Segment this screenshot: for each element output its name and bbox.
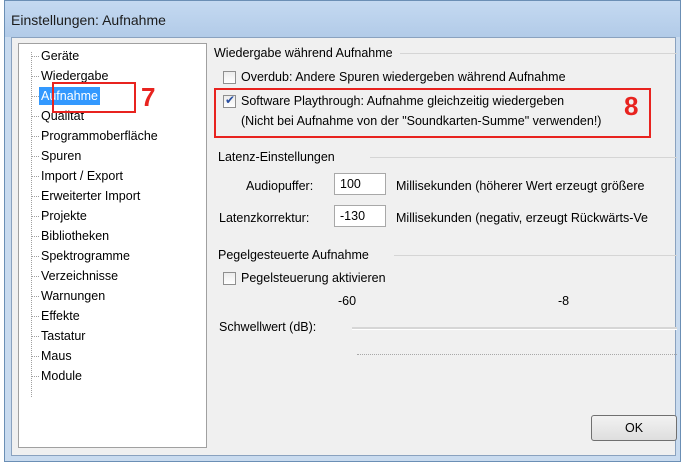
settings-window: Einstellungen: Aufnahme Geräte Wiedergab… [4,0,681,462]
tree-item-spektrogramme[interactable]: Spektrogramme [41,247,130,265]
latency-section-title: Latenz-Einstellungen [218,150,335,164]
highlight-box-7 [52,82,136,113]
tree-item-tastatur[interactable]: Tastatur [41,327,85,345]
tree-item-bibliotheken[interactable]: Bibliotheken [41,227,109,245]
playthrough-note: (Nicht bei Aufnahme von der "Soundkarten… [241,114,602,128]
ok-button[interactable]: OK [591,415,677,441]
latency-correction-hint: Millisekunden (negativ, erzeugt Rückwärt… [396,211,648,225]
overdub-label: Overdub: Andere Spuren wiedergeben währe… [241,70,566,84]
level-section-title: Pegelgesteuerte Aufnahme [218,248,369,262]
tree-item-import-export[interactable]: Import / Export [41,167,123,185]
overdub-checkbox[interactable] [223,71,236,84]
playthrough-checkbox[interactable] [223,93,236,108]
tree-item-projekte[interactable]: Projekte [41,207,87,225]
buffer-label: Audiopuffer: [246,179,314,193]
window-title: Einstellungen: Aufnahme [11,12,166,28]
playback-section-title: Wiedergabe während Aufnahme [214,46,393,60]
level-activate-label: Pegelsteuerung aktivieren [241,271,386,285]
annotation-number-7: 7 [141,82,156,112]
playthrough-label: Software Playthrough: Aufnahme gleichzei… [241,94,565,108]
buffer-hint: Millisekunden (höherer Wert erzeugt größ… [396,179,645,193]
threshold-slider[interactable] [352,327,677,330]
tree-item-warnungen[interactable]: Warnungen [41,287,105,305]
tree-connector [31,52,32,397]
latency-correction-input[interactable]: -130 [334,205,386,227]
latency-correction-label: Latenzkorrektur: [219,211,310,225]
title-bar[interactable]: Einstellungen: Aufnahme [5,1,680,37]
level-max-label: -8 [558,294,570,308]
tree-item-verzeichnisse[interactable]: Verzeichnisse [41,267,118,285]
threshold-slider-ticks [357,354,677,359]
level-activate-checkbox[interactable] [223,272,236,285]
tree-item-spuren[interactable]: Spuren [41,147,81,165]
level-min-label: -60 [338,294,357,308]
dialog-client-area: Geräte Wiedergabe Aufnahme Qualität Prog… [11,37,677,456]
tree-item-erweiterter-import[interactable]: Erweiterter Import [41,187,140,205]
tree-item-module[interactable]: Module [41,367,82,385]
tree-item-maus[interactable]: Maus [41,347,72,365]
threshold-label: Schwellwert (dB): [219,320,317,334]
buffer-input[interactable]: 100 [334,173,386,195]
tree-item-effekte[interactable]: Effekte [41,307,80,325]
tree-item-programmoberflaeche[interactable]: Programmoberfläche [41,127,158,145]
tree-item-geraete[interactable]: Geräte [41,47,79,65]
annotation-number-8: 8 [624,91,639,121]
